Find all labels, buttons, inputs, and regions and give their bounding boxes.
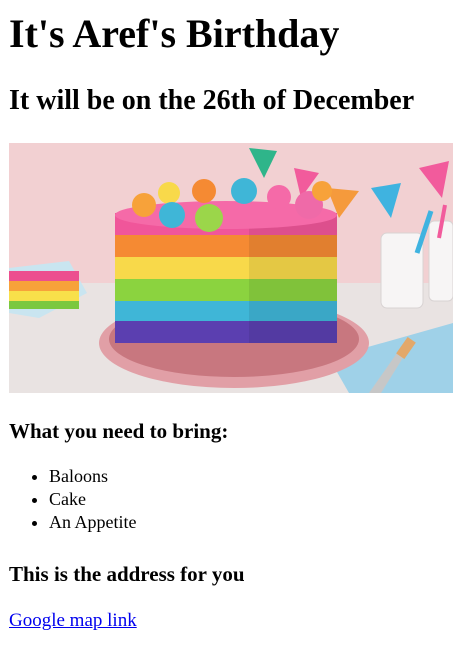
page-subtitle: It will be on the 26th of December (9, 85, 415, 116)
birthday-cake-image (9, 143, 453, 393)
list-item: Cake (49, 488, 137, 511)
bring-list: Baloons Cake An Appetite (9, 465, 137, 534)
page-title: It's Aref's Birthday (9, 11, 340, 56)
bring-heading: What you need to bring: (9, 419, 229, 443)
address-heading: This is the address for you (9, 562, 245, 586)
list-item: An Appetite (49, 511, 137, 534)
google-map-link[interactable]: Google map link (9, 609, 137, 633)
list-item: Baloons (49, 465, 137, 488)
